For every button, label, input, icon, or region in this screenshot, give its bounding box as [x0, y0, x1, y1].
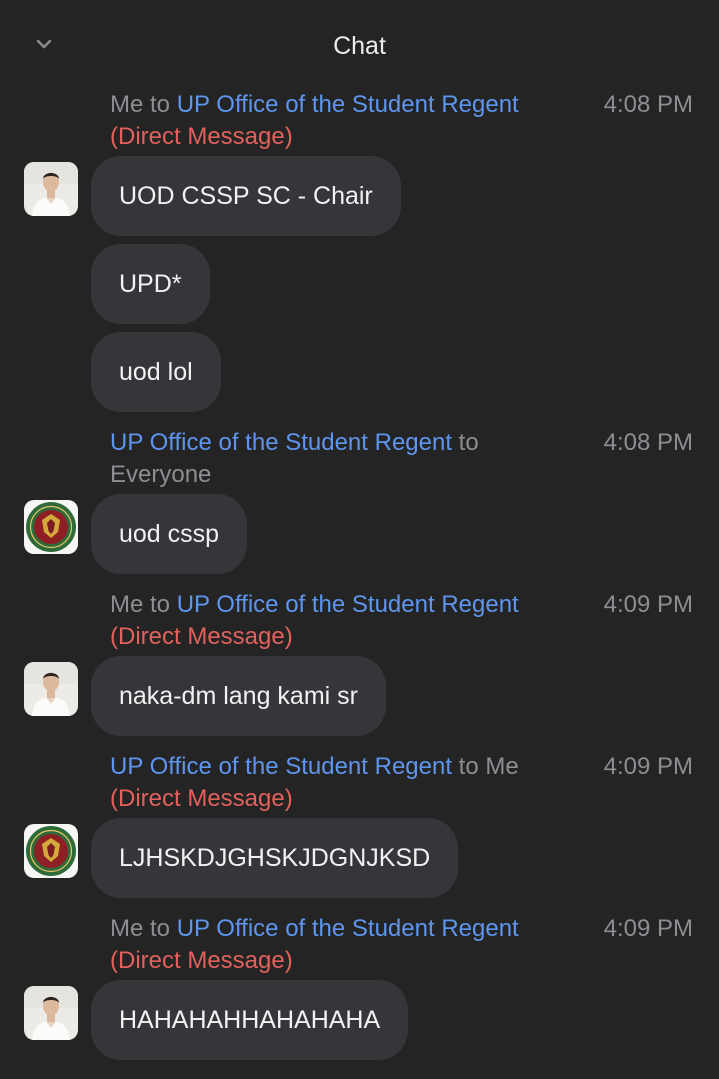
message-meta: Me to UP Office of the Student Regent (D… [110, 913, 580, 977]
message-bubble[interactable]: UOD CSSP SC - Chair [91, 156, 401, 236]
recipient-link[interactable]: UP Office of the Student Regent [177, 591, 519, 618]
direct-message-tag: (Direct Message) [110, 785, 293, 812]
message-meta: UP Office of the Student Regent to Every… [110, 427, 580, 491]
chat-header: Chat [0, 0, 719, 90]
direct-message-tag: (Direct Message) [110, 123, 293, 150]
meta-connector: to Me [452, 753, 519, 780]
message-bubble[interactable]: uod cssp [91, 494, 248, 574]
message-timestamp: 4:08 PM [603, 91, 693, 118]
message-bubble[interactable]: naka-dm lang kami sr [91, 656, 386, 736]
seal-avatar[interactable] [24, 824, 78, 878]
message-bubble[interactable]: LJHSKDJGHSKJDGNJKSD [91, 818, 459, 898]
person-avatar[interactable] [24, 662, 78, 716]
seal-avatar[interactable] [24, 500, 78, 554]
message-bubble[interactable]: uod lol [91, 332, 221, 412]
meta-connector: to [452, 429, 479, 456]
message-bubble[interactable]: UPD* [91, 244, 210, 324]
message-meta: Me to UP Office of the Student Regent (D… [110, 589, 580, 653]
message-timestamp: 4:08 PM [603, 429, 693, 456]
message-bubble[interactable]: HAHAHAHHAHAHAHA [91, 980, 409, 1060]
direct-message-tag: (Direct Message) [110, 947, 293, 974]
recipient-link[interactable]: UP Office of the Student Regent [177, 91, 519, 118]
audience-label: Everyone [110, 461, 212, 488]
sender-link[interactable]: UP Office of the Student Regent [110, 753, 452, 780]
chat-panel: Chat Me to UP Office of the Student Rege… [0, 0, 719, 1079]
person-avatar[interactable] [24, 162, 78, 216]
message-timestamp: 4:09 PM [603, 753, 693, 780]
sender-link[interactable]: UP Office of the Student Regent [110, 429, 452, 456]
direct-message-tag: (Direct Message) [110, 623, 293, 650]
message-meta: UP Office of the Student Regent to Me (D… [110, 751, 580, 815]
recipient-link[interactable]: UP Office of the Student Regent [177, 915, 519, 942]
sender-me: Me to [110, 915, 177, 942]
message-timestamp: 4:09 PM [603, 591, 693, 618]
sender-me: Me to [110, 591, 177, 618]
message-timestamp: 4:09 PM [603, 915, 693, 942]
message-meta: Me to UP Office of the Student Regent (D… [110, 89, 580, 153]
sender-me: Me to [110, 91, 177, 118]
person-avatar[interactable] [24, 986, 78, 1040]
chat-title: Chat [333, 32, 386, 60]
